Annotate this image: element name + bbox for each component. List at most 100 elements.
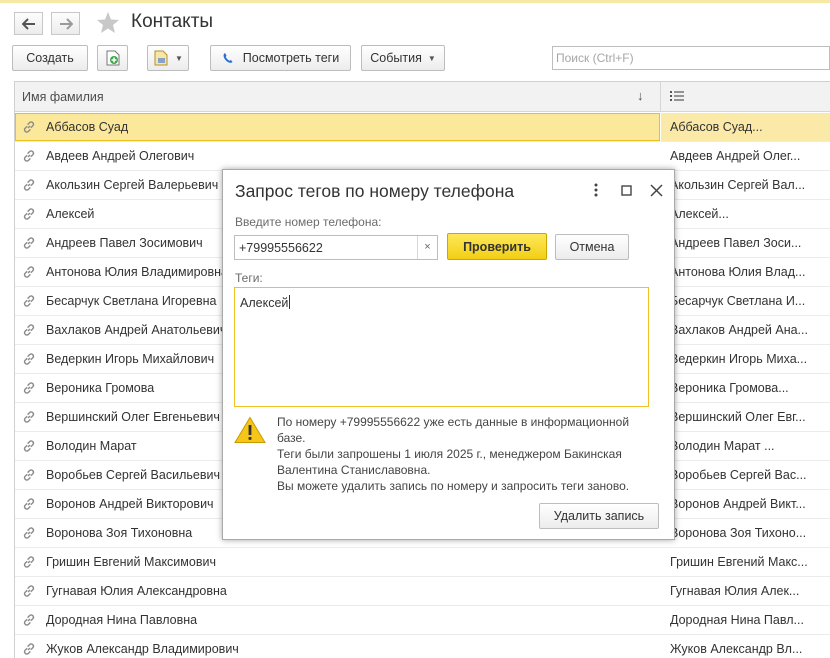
contact-name: Воронова Зоя Тихоновна <box>46 526 193 540</box>
contact-tags[interactable]: Авдеев Андрей Олег... <box>661 142 830 170</box>
create-copy-button[interactable] <box>97 45 128 71</box>
warning-line: Вы можете удалить запись по номеру и зап… <box>277 479 630 493</box>
tags-value: Алексей <box>240 295 291 310</box>
contact-tags[interactable]: Гугнавая Юлия Алек... <box>661 577 830 605</box>
contact-name: Вершинский Олег Евгеньевич <box>46 410 220 424</box>
contact-tags[interactable]: Вероника Громова... <box>661 374 830 402</box>
link-icon <box>23 266 35 278</box>
list-icon[interactable] <box>670 90 684 102</box>
create-button[interactable]: Создать <box>12 45 88 71</box>
link-icon <box>23 585 35 597</box>
contact-tags[interactable]: Воробьев Сергей Вас... <box>661 461 830 489</box>
cell-name[interactable]: Дородная Нина Павловна <box>15 606 660 634</box>
more-vertical-icon[interactable] <box>592 182 600 198</box>
table-row[interactable]: Гугнавая Юлия Александровна Гугнавая Юлия… <box>15 577 830 606</box>
contact-name: Дородная Нина Павловна <box>46 613 198 627</box>
phone-label: Введите номер телефона: <box>235 215 382 229</box>
contact-tags[interactable]: Андреев Павел Зоси... <box>661 229 830 257</box>
star-icon[interactable] <box>96 11 120 34</box>
table-row[interactable]: Жуков Александр Владимирович Жуков Алекса… <box>15 635 830 658</box>
contact-tags[interactable]: Акользин Сергей Вал... <box>661 171 830 199</box>
chevron-down-icon: ▼ <box>427 53 436 63</box>
cell-name[interactable]: Гугнавая Юлия Александровна <box>15 577 660 605</box>
document-report-icon <box>154 50 168 66</box>
cell-name[interactable]: Гришин Евгений Максимович <box>15 548 660 576</box>
close-icon[interactable] <box>650 184 663 197</box>
arrow-left-icon <box>21 17 35 30</box>
cancel-button[interactable]: Отмена <box>555 234 629 260</box>
warning-message: По номеру +79995556622 уже есть данные в… <box>277 414 669 494</box>
link-icon <box>23 237 35 249</box>
search-input[interactable]: Поиск (Ctrl+F) <box>552 46 830 70</box>
tags-request-dialog: Запрос тегов по номеру телефона Введите … <box>222 169 675 540</box>
contact-tags[interactable]: Аббасов Суад... <box>661 113 830 141</box>
link-icon <box>23 324 35 336</box>
contact-tags[interactable]: Вахлаков Андрей Ана... <box>661 316 830 344</box>
chevron-down-icon: ▼ <box>175 53 183 63</box>
link-icon <box>23 150 35 162</box>
cell-name[interactable]: Авдеев Андрей Олегович <box>15 142 660 170</box>
new-document-icon <box>106 50 119 66</box>
contact-name: Жуков Александр Владимирович <box>46 642 239 656</box>
toolbar: Создать ▼ Посмотреть теги События ▼ Поис… <box>0 44 830 74</box>
contact-name: Воронов Андрей Викторович <box>46 497 214 511</box>
check-button[interactable]: Проверить <box>447 233 547 260</box>
contact-tags[interactable]: Антонова Юлия Влад... <box>661 258 830 286</box>
page-title: Контакты <box>131 11 214 32</box>
link-icon <box>23 295 35 307</box>
contact-name: Акользин Сергей Валерьевич <box>46 178 219 192</box>
view-tags-button[interactable]: Посмотреть теги <box>210 45 351 71</box>
contact-name: Андреев Павел Зосимович <box>46 236 203 250</box>
sort-down-icon[interactable]: ↓ <box>637 88 644 103</box>
table-row[interactable]: Дородная Нина Павловна Дородная Нина Павл… <box>15 606 830 635</box>
phone-field[interactable]: +79995556622 × <box>234 235 438 260</box>
link-icon <box>23 643 35 655</box>
tags-textarea[interactable]: Алексей <box>234 287 649 407</box>
contact-tags[interactable]: Воронова Зоя Тихоно... <box>661 519 830 547</box>
contact-tags[interactable]: Жуков Александр Вл... <box>661 635 830 658</box>
contact-name: Авдеев Андрей Олегович <box>46 149 195 163</box>
contact-name: Вероника Громова <box>46 381 155 395</box>
column-header-name[interactable]: Имя фамилия <box>22 90 104 104</box>
warning-line: Валентина Станиславовна. <box>277 463 431 477</box>
print-menu-button[interactable]: ▼ <box>147 45 189 71</box>
contact-tags[interactable]: Володин Марат ... <box>661 432 830 460</box>
link-icon <box>23 440 35 452</box>
phone-icon <box>223 53 233 63</box>
link-icon <box>23 527 35 539</box>
contact-tags[interactable]: Воронов Андрей Викт... <box>661 490 830 518</box>
table-row[interactable]: Гришин Евгений Максимович Гришин Евгений … <box>15 548 830 577</box>
link-icon <box>23 556 35 568</box>
contact-name: Антонова Юлия Владимировна <box>46 265 228 279</box>
contact-tags[interactable]: Бесарчук Светлана И... <box>661 287 830 315</box>
link-icon <box>23 411 35 423</box>
forward-button[interactable] <box>51 12 80 35</box>
cell-name[interactable]: Аббасов Суад <box>15 113 660 141</box>
contact-tags[interactable]: Ведеркин Игорь Миха... <box>661 345 830 373</box>
contact-name: Бесарчук Светлана Игоревна <box>46 294 217 308</box>
contact-name: Ведеркин Игорь Михайлович <box>46 352 215 366</box>
clear-icon[interactable]: × <box>417 236 437 259</box>
contact-name: Воробьев Сергей Васильевич <box>46 468 220 482</box>
cell-name[interactable]: Жуков Александр Владимирович <box>15 635 660 658</box>
contact-name: Гугнавая Юлия Александровна <box>46 584 227 598</box>
link-icon <box>23 121 35 133</box>
contact-name: Алексей <box>46 207 95 221</box>
tags-label: Теги: <box>235 271 263 285</box>
contact-tags[interactable]: Гришин Евгений Макс... <box>661 548 830 576</box>
contact-name: Аббасов Суад <box>46 120 129 134</box>
contact-tags[interactable]: Алексей... <box>661 200 830 228</box>
back-button[interactable] <box>14 12 43 35</box>
delete-record-button[interactable]: Удалить запись <box>539 503 659 529</box>
contact-tags[interactable]: Вершинский Олег Евг... <box>661 403 830 431</box>
contact-tags[interactable]: Дородная Нина Павл... <box>661 606 830 634</box>
maximize-icon[interactable] <box>621 185 632 196</box>
events-label: События <box>370 51 422 65</box>
contact-name: Володин Марат <box>46 439 137 453</box>
warning-line: базе. <box>277 431 306 445</box>
link-icon <box>23 498 35 510</box>
events-button[interactable]: События ▼ <box>361 45 445 71</box>
table-row[interactable]: Авдеев Андрей Олегович Авдеев Андрей Олег… <box>15 142 830 171</box>
table-row[interactable]: Аббасов Суад Аббасов Суад... <box>15 113 830 142</box>
contact-name: Вахлаков Андрей Анатольевич <box>46 323 227 337</box>
